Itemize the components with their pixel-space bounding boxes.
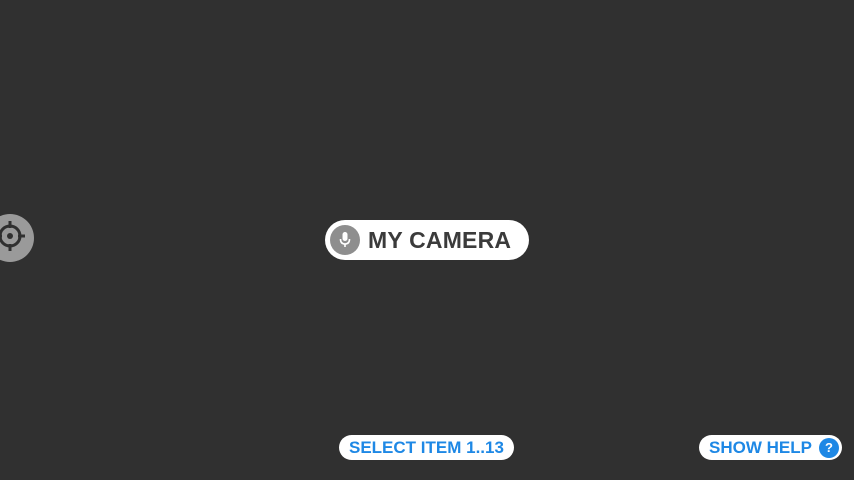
voice-command-label: MY CAMERA — [368, 226, 512, 253]
mic-icon — [330, 225, 360, 255]
show-help-button[interactable]: SHOW HELP ? — [699, 435, 842, 460]
crosshair-icon — [0, 219, 27, 258]
select-item-hint[interactable]: SELECT ITEM 1..13 — [339, 435, 514, 460]
show-help-label: SHOW HELP — [709, 437, 812, 457]
voice-command-pill[interactable]: MY CAMERA — [325, 220, 530, 260]
camera-screen: MY CAMERA SELECT ITEM 1..13 SHOW HELP ? — [0, 0, 854, 480]
select-item-label: SELECT ITEM 1..13 — [349, 437, 504, 457]
target-reticle[interactable] — [0, 214, 34, 262]
help-icon: ? — [818, 437, 839, 458]
